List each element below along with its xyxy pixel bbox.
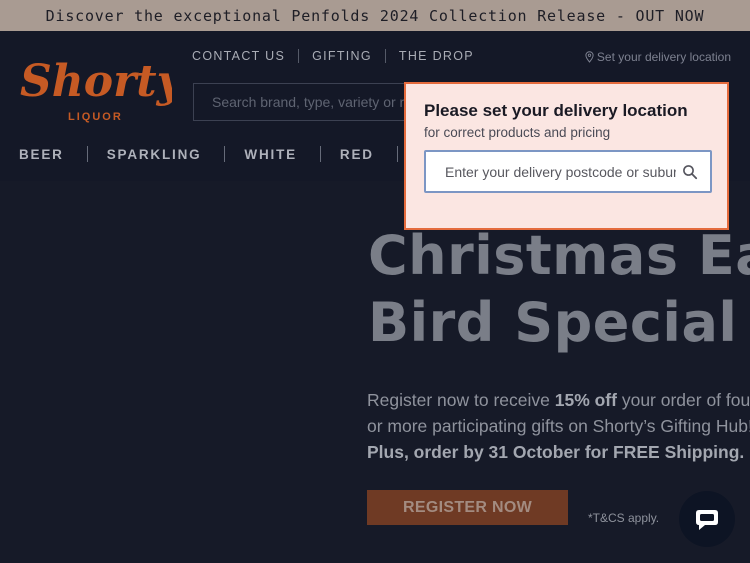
delivery-location-label: Set your delivery location xyxy=(596,50,731,64)
nav-contact-us[interactable]: CONTACT US xyxy=(192,49,285,63)
nav-divider xyxy=(384,49,386,63)
category-beer[interactable]: BEER xyxy=(0,147,64,162)
announcement-text: Discover the exceptional Penfolds 2024 C… xyxy=(45,6,705,25)
category-red[interactable]: RED xyxy=(321,147,374,162)
site-search[interactable] xyxy=(193,83,425,121)
hero-title-line-2: Bird Special xyxy=(368,291,738,354)
hero-title-line-1: Christmas Ea xyxy=(368,224,750,287)
postcode-search[interactable] xyxy=(424,150,712,193)
logo-subtext: LIQUOR xyxy=(68,111,123,123)
postcode-input[interactable] xyxy=(426,152,676,191)
hero-discount: 15% off xyxy=(554,390,617,410)
category-sparkling[interactable]: SPARKLING xyxy=(88,147,202,162)
logo-text: Shortys xyxy=(20,56,172,107)
hero-text-line-3: Plus, order by 31 October for FREE Shipp… xyxy=(367,439,750,465)
hero-text-intro: Register now to receive xyxy=(367,390,555,410)
chat-button[interactable] xyxy=(679,491,735,547)
hero-text-line-2: or more participating gifts on Shorty’s … xyxy=(367,416,750,436)
hero-text-rest: your order of four xyxy=(616,390,750,410)
popup-subtitle: for correct products and pricing xyxy=(424,125,611,140)
nav-gifting[interactable]: GIFTING xyxy=(312,49,372,63)
location-pin-icon xyxy=(585,51,594,63)
nav-the-drop[interactable]: THE DROP xyxy=(399,49,474,63)
delivery-location-popup: Please set your delivery location for co… xyxy=(404,82,729,230)
register-now-button[interactable]: REGISTER NOW xyxy=(367,490,568,525)
popup-title: Please set your delivery location xyxy=(424,101,688,120)
top-nav: CONTACT US GIFTING THE DROP xyxy=(192,49,474,63)
delivery-location-link[interactable]: Set your delivery location xyxy=(585,50,731,64)
search-input[interactable] xyxy=(194,84,424,120)
category-divider xyxy=(396,146,398,162)
nav-divider xyxy=(298,49,300,63)
announcement-bar[interactable]: Discover the exceptional Penfolds 2024 C… xyxy=(0,0,750,31)
chat-icon xyxy=(696,510,718,530)
category-nav: BEER SPARKLING WHITE RED xyxy=(0,143,398,165)
hero-title: Christmas Ea Bird Special xyxy=(368,222,750,356)
search-icon[interactable] xyxy=(682,164,698,180)
shortys-logo[interactable]: Shortys LIQUOR xyxy=(16,48,172,128)
hero-description: Register now to receive 15% off your ord… xyxy=(367,387,750,465)
terms-note: *T&CS apply. xyxy=(588,511,660,525)
hero-text-line-1: Register now to receive 15% off your ord… xyxy=(367,387,750,413)
hero-shipping-offer: Plus, order by 31 October for FREE Shipp… xyxy=(367,442,745,462)
category-white[interactable]: WHITE xyxy=(225,147,297,162)
